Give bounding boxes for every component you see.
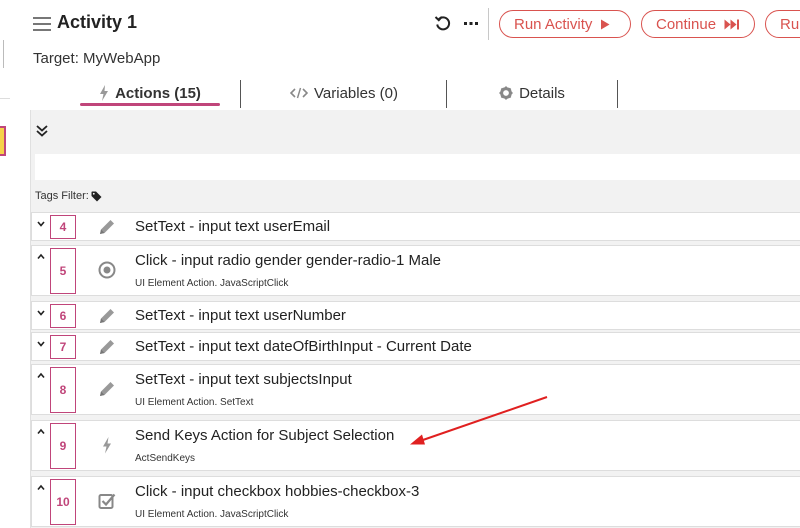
tags-filter[interactable]: Tags Filter: <box>35 190 102 202</box>
action-row[interactable]: 7 SetText - input text dateOfBirthInput -… <box>31 332 800 361</box>
action-number: 7 <box>50 335 76 359</box>
action-type: UI Element Action. JavaScriptClick <box>135 278 289 289</box>
target-application: Target: MyWebApp <box>33 50 161 67</box>
left-side-panel <box>0 0 12 528</box>
action-title: Click - input checkbox hobbies-checkbox-… <box>135 483 420 500</box>
action-row[interactable]: 10 Click - input checkbox hobbies-checkbo… <box>31 476 800 527</box>
action-type: UI Element Action. JavaScriptClick <box>135 509 289 520</box>
lightning-icon <box>96 434 118 456</box>
action-title: Click - input radio gender gender-radio-… <box>135 252 441 269</box>
play-icon <box>601 19 610 29</box>
tab-details-label: Details <box>519 84 565 102</box>
actions-panel: Tags Filter: 4 SetText - input text userE… <box>30 110 800 528</box>
action-title: Send Keys Action for Subject Selection <box>135 427 395 444</box>
tag-icon <box>91 191 102 201</box>
chevron-down-icon[interactable] <box>36 305 46 316</box>
activity-tabs: Actions (15) Variables (0) Details <box>30 78 800 110</box>
action-row[interactable]: 6 SetText - input text userNumber <box>31 301 800 330</box>
chevron-up-icon[interactable] <box>36 368 46 379</box>
tab-actions[interactable]: Actions (15) <box>70 78 230 108</box>
tab-details[interactable]: Details <box>446 78 618 108</box>
action-number: 4 <box>50 215 76 239</box>
lightning-icon <box>100 85 109 101</box>
pencil-icon <box>96 336 118 358</box>
action-number: 6 <box>50 304 76 328</box>
action-row[interactable]: 5 Click - input radio gender gender-radio… <box>31 245 800 296</box>
run-activity-button[interactable]: Run Activity <box>499 10 631 38</box>
left-panel-selected-item[interactable] <box>0 126 6 156</box>
continue-button[interactable]: Continue <box>641 10 755 38</box>
action-type: UI Element Action. SetText <box>135 397 254 408</box>
action-number: 9 <box>50 423 76 469</box>
action-row[interactable]: 4 SetText - input text userEmail <box>31 212 800 241</box>
tab-actions-label: Actions (15) <box>115 84 201 102</box>
double-chevron-down-icon[interactable] <box>35 124 49 138</box>
action-row[interactable]: 8 SetText - input text subjectsInput UI El… <box>31 364 800 415</box>
code-icon <box>290 87 309 99</box>
left-panel-edge <box>0 40 4 68</box>
actions-search-input[interactable] <box>35 154 800 180</box>
chevron-up-icon[interactable] <box>36 249 46 260</box>
pencil-icon <box>96 378 118 400</box>
action-number: 5 <box>50 248 76 294</box>
run-partial-label: Run <box>780 15 800 33</box>
action-title: SetText - input text dateOfBirthInput - … <box>135 338 472 355</box>
action-row[interactable]: 9 Send Keys Action for Subject Selection A… <box>31 420 800 471</box>
chevron-up-icon[interactable] <box>36 480 46 491</box>
chevron-down-icon[interactable] <box>36 336 46 347</box>
action-title: SetText - input text subjectsInput <box>135 371 352 388</box>
tab-separator <box>240 80 241 108</box>
hamburger-menu-icon[interactable] <box>33 17 51 31</box>
active-tab-underline <box>80 103 220 106</box>
tab-variables[interactable]: Variables (0) <box>242 78 446 108</box>
undo-icon[interactable] <box>434 14 452 32</box>
fast-forward-icon <box>724 19 740 29</box>
tab-variables-label: Variables (0) <box>314 84 398 102</box>
chevron-down-icon[interactable] <box>36 216 46 227</box>
action-title: SetText - input text userNumber <box>135 307 346 324</box>
more-options-icon[interactable] <box>462 14 480 32</box>
run-activity-label: Run Activity <box>514 15 593 33</box>
checkbox-icon <box>96 490 118 512</box>
pencil-icon <box>96 216 118 238</box>
run-partial-button[interactable]: Run <box>765 10 800 38</box>
continue-label: Continue <box>656 15 717 33</box>
tab-separator <box>617 80 618 108</box>
action-type: ActSendKeys <box>135 453 196 464</box>
activity-title: Activity 1 <box>57 12 138 32</box>
action-title: SetText - input text userEmail <box>135 218 331 235</box>
tags-filter-label: Tags Filter: <box>35 190 89 202</box>
activity-header: Activity 1 Run Activity Continue Run <box>30 8 800 40</box>
gear-icon <box>499 86 513 100</box>
action-number: 10 <box>50 479 76 525</box>
pencil-icon <box>96 305 118 327</box>
header-divider <box>488 8 489 40</box>
chevron-up-icon[interactable] <box>36 424 46 435</box>
left-panel-divider <box>0 98 10 99</box>
radio-icon <box>96 259 118 281</box>
action-number: 8 <box>50 367 76 413</box>
